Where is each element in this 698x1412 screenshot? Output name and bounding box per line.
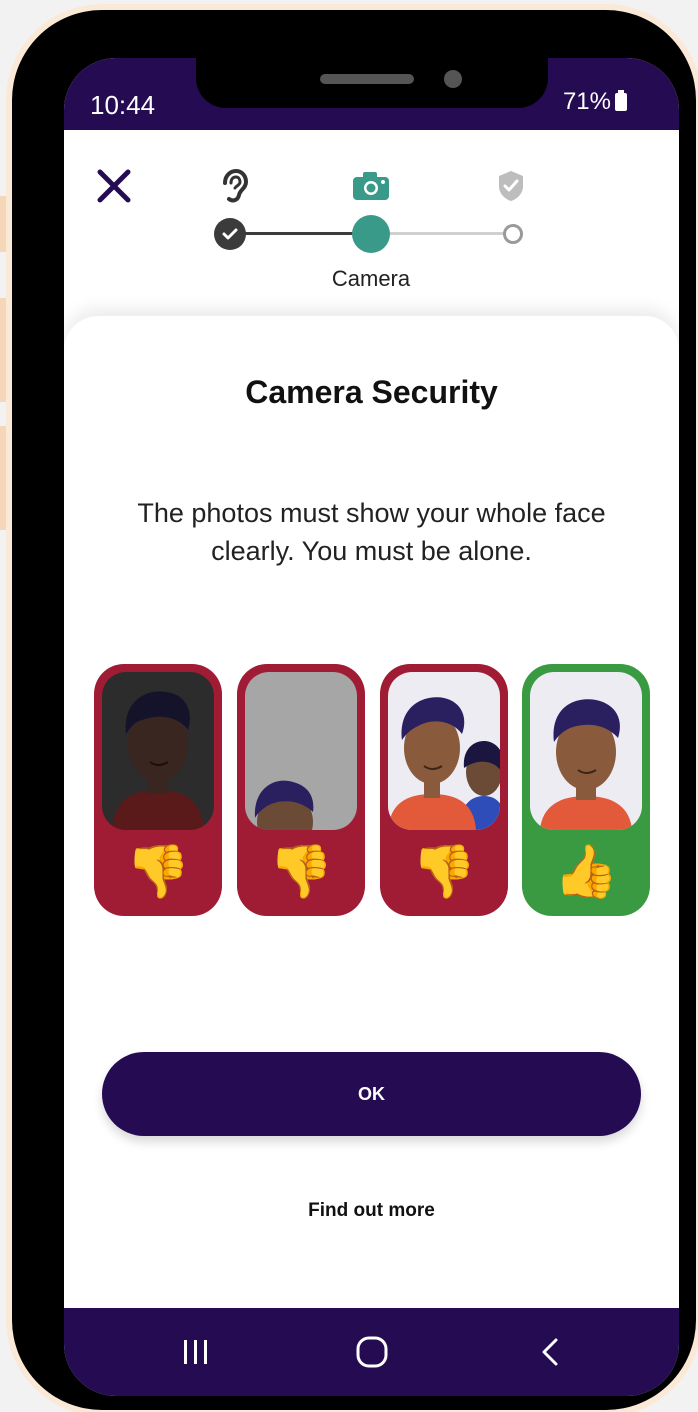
- example-partial-face-photo: 👎: [237, 664, 365, 916]
- recent-apps-icon: [184, 1340, 207, 1364]
- back-chevron-icon: [542, 1338, 558, 1366]
- camera-notch: [196, 58, 548, 108]
- example-correct-photo: 👍: [522, 664, 650, 916]
- thumbs-down-icon: 👎: [125, 843, 191, 901]
- find-out-more-link[interactable]: Find out more: [64, 1200, 679, 1222]
- shield-check-icon: [499, 171, 523, 201]
- ok-button[interactable]: OK: [102, 1052, 641, 1136]
- phone-frame: 10:44 71% Camera Camera Security The pho…: [12, 10, 696, 1410]
- progress-line-completed: [228, 232, 358, 235]
- clear-face-illustration: [530, 672, 642, 830]
- step-node-pending: [503, 224, 523, 244]
- system-navigation-bar: [64, 1308, 679, 1396]
- step-security-icon: [491, 166, 531, 206]
- dark-face-illustration: [102, 672, 214, 830]
- status-indicators: 71%: [563, 88, 627, 116]
- partial-face-illustration: [245, 672, 357, 830]
- example-dark-photo: 👎: [94, 664, 222, 916]
- progress-line-remaining: [374, 232, 510, 235]
- status-time: 10:44: [90, 90, 156, 120]
- thumbs-up-icon: 👍: [553, 843, 619, 901]
- recent-apps-button[interactable]: [166, 1330, 226, 1374]
- camera-icon: [353, 172, 389, 200]
- thumbs-down-icon: 👎: [411, 843, 477, 901]
- step-node-current: [352, 215, 390, 253]
- step-hearing-icon: [214, 166, 254, 206]
- two-people-illustration: [388, 672, 500, 830]
- back-button[interactable]: [520, 1330, 580, 1374]
- front-camera-icon: [444, 70, 462, 88]
- home-icon: [356, 1336, 388, 1368]
- app-screen: 10:44 71% Camera Camera Security The pho…: [64, 58, 679, 1396]
- thumbs-down-icon: 👎: [268, 843, 334, 901]
- check-icon: [222, 228, 238, 240]
- step-node-done: [214, 218, 246, 250]
- current-step-label: Camera: [331, 266, 411, 291]
- speaker-icon: [320, 74, 414, 84]
- instructions-text: The photos must show your whole face cle…: [137, 498, 606, 566]
- example-not-alone-photo: 👎: [380, 664, 508, 916]
- step-camera-icon: [351, 166, 391, 206]
- close-icon: [97, 169, 131, 203]
- battery-icon: [615, 90, 627, 111]
- ear-icon: [223, 169, 249, 203]
- home-button[interactable]: [342, 1330, 402, 1374]
- page-title: Camera Security: [245, 374, 498, 410]
- battery-percentage: 71%: [562, 88, 611, 115]
- close-button[interactable]: [94, 166, 134, 206]
